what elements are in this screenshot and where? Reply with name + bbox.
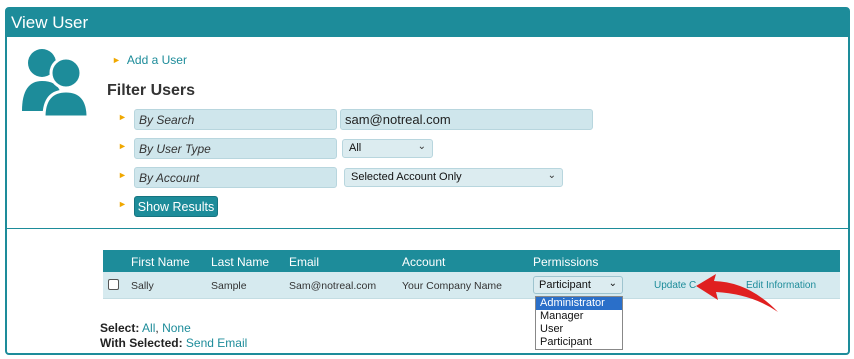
cell-email: Sam@notreal.com <box>289 280 377 292</box>
chevron-down-icon: ⌄ <box>417 141 426 152</box>
col-permissions: Permissions <box>533 255 599 269</box>
chevron-down-icon: ⌄ <box>608 278 617 289</box>
account-select[interactable]: Selected Account Only ⌄ <box>344 168 563 187</box>
panel-title: View User <box>7 9 848 37</box>
section-divider <box>5 228 850 229</box>
table-header: First Name Last Name Email Account Permi… <box>103 250 840 272</box>
bullet-arrow-icon: ► <box>112 55 121 65</box>
by-user-type-label: By User Type <box>134 138 337 159</box>
col-email: Email <box>289 255 320 269</box>
cell-account: Your Company Name <box>402 280 502 292</box>
select-all-link[interactable]: All <box>142 321 155 335</box>
by-account-label: By Account <box>134 167 337 188</box>
cell-last-name: Sample <box>211 280 247 292</box>
select-row: Select: All, None <box>100 321 191 335</box>
col-last-name: Last Name <box>211 255 270 269</box>
option-administrator[interactable]: Administrator <box>536 297 622 310</box>
users-icon <box>22 49 88 117</box>
bullet-arrow-icon: ► <box>118 199 127 209</box>
col-first-name: First Name <box>131 255 190 269</box>
bullet-arrow-icon: ► <box>118 112 127 122</box>
select-none-link[interactable]: None <box>162 321 191 335</box>
red-arrow-annotation <box>696 274 778 312</box>
permission-select[interactable]: Participant ⌄ <box>533 276 623 294</box>
bullet-arrow-icon: ► <box>118 170 127 180</box>
show-results-button[interactable]: Show Results <box>134 196 218 217</box>
add-user-link[interactable]: ► Add a User <box>112 53 187 67</box>
user-type-select[interactable]: All ⌄ <box>342 139 433 158</box>
option-user[interactable]: User <box>536 323 622 336</box>
with-selected-row: With Selected: Send Email <box>100 336 248 350</box>
by-search-label: By Search <box>134 109 337 130</box>
bullet-arrow-icon: ► <box>118 141 127 151</box>
option-manager[interactable]: Manager <box>536 310 622 323</box>
send-email-link[interactable]: Send Email <box>186 336 247 350</box>
chevron-down-icon: ⌄ <box>547 170 556 181</box>
option-participant[interactable]: Participant <box>536 336 622 349</box>
search-input[interactable] <box>340 109 593 130</box>
permissions-dropdown[interactable]: Administrator Manager User Participant <box>535 296 623 350</box>
filter-users-title: Filter Users <box>107 82 196 99</box>
cell-first-name: Sally <box>131 280 154 292</box>
row-checkbox[interactable] <box>108 279 119 290</box>
col-account: Account <box>402 255 446 269</box>
update-link[interactable]: Update C <box>654 280 696 291</box>
